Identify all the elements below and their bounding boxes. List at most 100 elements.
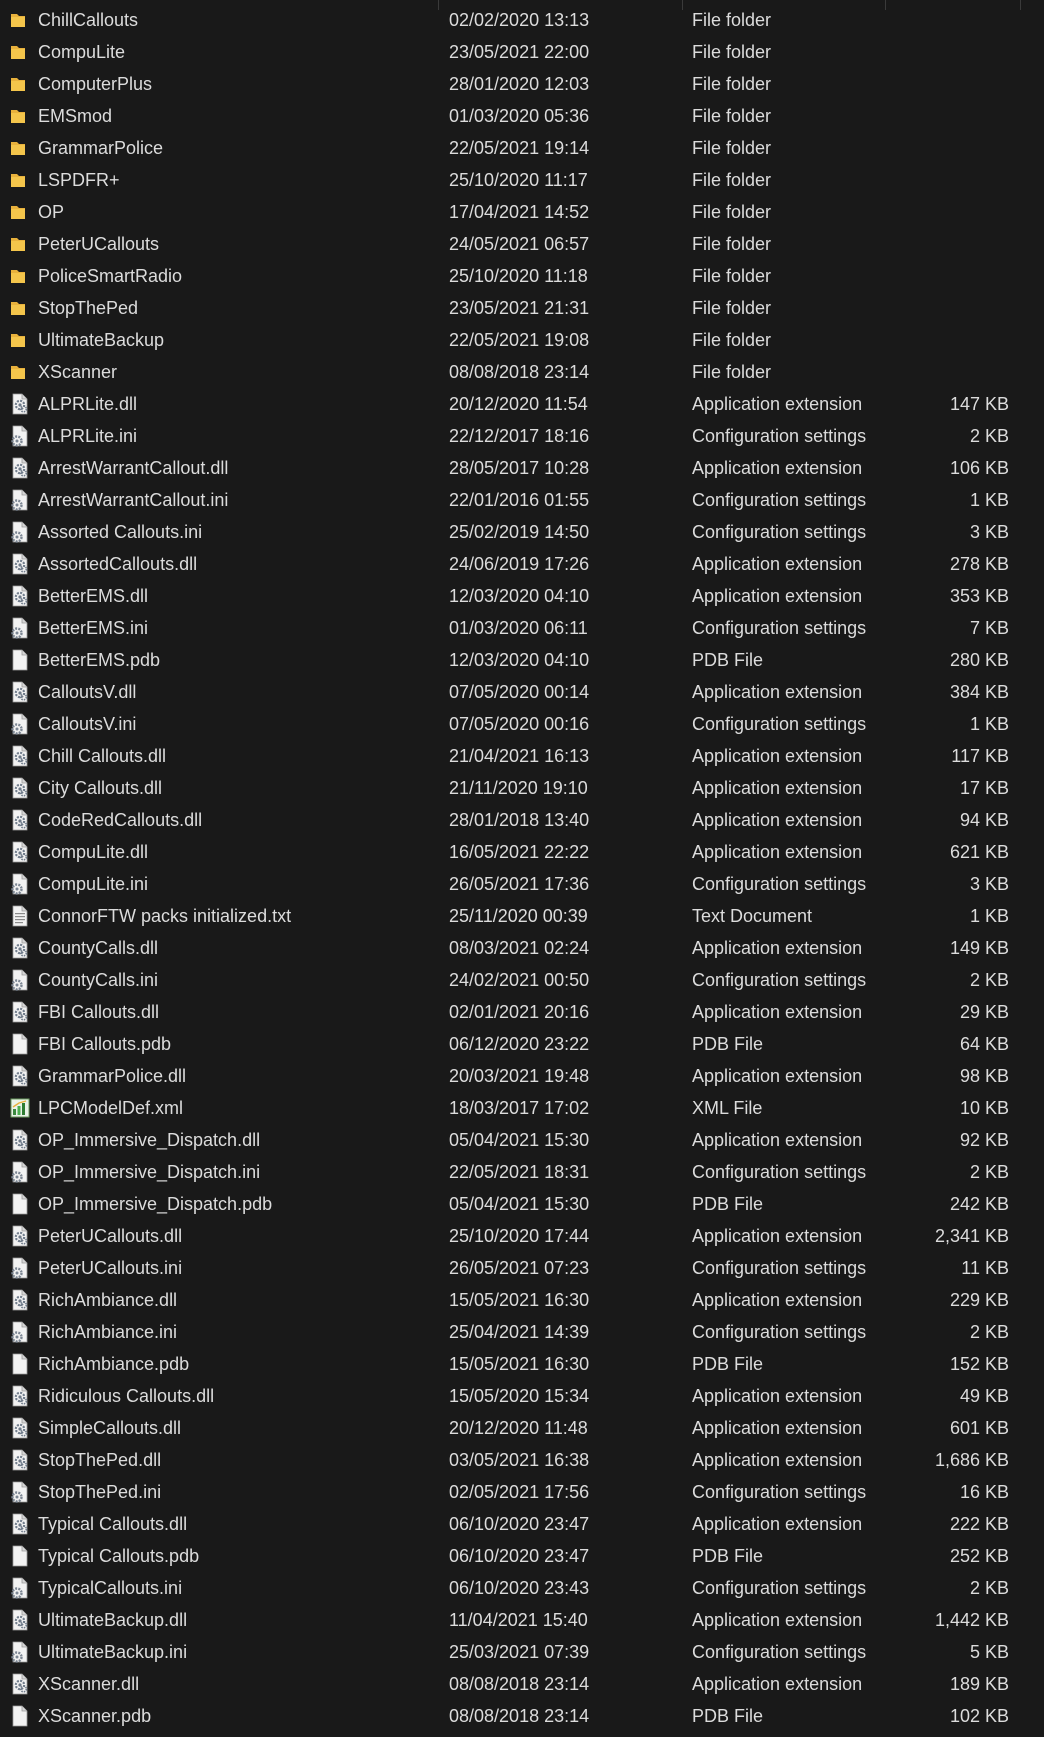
file-row[interactable]: PeterUCallouts.ini 26/05/2021 07:23 Config…: [0, 1252, 1044, 1284]
file-row[interactable]: OP_Immersive_Dispatch.dll 05/04/2021 15:3…: [0, 1124, 1044, 1156]
file-name: FBI Callouts.dll: [38, 1002, 160, 1022]
folder-row[interactable]: XScanner 08/08/2018 23:14 File folder: [0, 356, 1044, 388]
date-modified: 25/02/2019 14:50: [449, 522, 590, 542]
file-row[interactable]: CalloutsV.dll 07/05/2020 00:14 Application…: [0, 676, 1044, 708]
date-modified: 22/05/2021 18:31: [449, 1162, 590, 1182]
folder-row[interactable]: OP 17/04/2021 14:52 File folder: [0, 196, 1044, 228]
date-modified: 07/05/2020 00:16: [449, 714, 590, 734]
folder-row[interactable]: LSPDFR+ 25/10/2020 11:17 File folder: [0, 164, 1044, 196]
file-row[interactable]: City Callouts.dll 21/11/2020 19:10 Applica…: [0, 772, 1044, 804]
file-type: Text Document: [692, 906, 813, 926]
folder-row[interactable]: ChillCallouts 02/02/2020 13:13 File folder: [0, 4, 1044, 36]
file-row[interactable]: StopThePed.dll 03/05/2021 16:38 Applicatio…: [0, 1444, 1044, 1476]
file-type: File folder: [692, 266, 772, 286]
folder-row[interactable]: GrammarPolice 22/05/2021 19:14 File folder: [0, 132, 1044, 164]
folder-row[interactable]: UltimateBackup 22/05/2021 19:08 File folde…: [0, 324, 1044, 356]
file-type: Configuration settings: [692, 426, 867, 446]
file-name: RichAmbiance.pdb: [38, 1354, 190, 1374]
file-size: 147 KB: [949, 394, 1009, 414]
folder-row[interactable]: CompuLite 23/05/2021 22:00 File folder: [0, 36, 1044, 68]
file-row[interactable]: AssortedCallouts.dll 24/06/2019 17:26 Appl…: [0, 548, 1044, 580]
file-row[interactable]: ALPRLite.dll 20/12/2020 11:54 Application …: [0, 388, 1044, 420]
file-row[interactable]: StopThePed.ini 02/05/2021 17:56 Configurat…: [0, 1476, 1044, 1508]
date-modified: 28/01/2020 12:03: [449, 74, 590, 94]
file-row[interactable]: CalloutsV.ini 07/05/2020 00:16 Configurati…: [0, 708, 1044, 740]
file-name: UltimateBackup.ini: [38, 1642, 188, 1662]
folder-row[interactable]: ComputerPlus 28/01/2020 12:03 File folder: [0, 68, 1044, 100]
file-row[interactable]: BetterEMS.pdb 12/03/2020 04:10 PDB File 280…: [0, 644, 1044, 676]
file-size: 229 KB: [949, 1290, 1009, 1310]
file-row[interactable]: XScanner.dll 08/08/2018 23:14 Application …: [0, 1668, 1044, 1700]
ini-icon: [9, 969, 31, 991]
dll-icon: [9, 1385, 31, 1407]
file-row[interactable]: ArrestWarrantCallout.dll 28/05/2017 10:28…: [0, 452, 1044, 484]
pdb-icon: [9, 1353, 31, 1375]
file-row[interactable]: RichAmbiance.pdb 15/05/2021 16:30 PDB File…: [0, 1348, 1044, 1380]
xml-icon: [9, 1097, 31, 1119]
file-type: Application extension: [692, 1418, 863, 1438]
file-row[interactable]: Ridiculous Callouts.dll 15/05/2020 15:34 A…: [0, 1380, 1044, 1412]
pdb-icon: [9, 1705, 31, 1727]
file-type: File folder: [692, 74, 772, 94]
date-modified: 23/05/2021 21:31: [449, 298, 590, 318]
file-row[interactable]: FBI Callouts.pdb 06/12/2020 23:22 PDB File…: [0, 1028, 1044, 1060]
file-row[interactable]: ArrestWarrantCallout.ini 22/01/2016 01:55…: [0, 484, 1044, 516]
file-row[interactable]: CompuLite.ini 26/05/2021 17:36 Configurati…: [0, 868, 1044, 900]
file-size: 152 KB: [949, 1354, 1009, 1374]
file-row[interactable]: RichAmbiance.ini 25/04/2021 14:39 Configur…: [0, 1316, 1044, 1348]
date-modified: 25/04/2021 14:39: [449, 1322, 590, 1342]
date-modified: 02/05/2021 17:56: [449, 1482, 590, 1502]
file-row[interactable]: FBI Callouts.dll 02/01/2021 20:16 Applicat…: [0, 996, 1044, 1028]
file-row[interactable]: BetterEMS.ini 01/03/2020 06:11 Configurati…: [0, 612, 1044, 644]
file-row[interactable]: Chill Callouts.dll 21/04/2021 16:13 Applic…: [0, 740, 1044, 772]
file-row[interactable]: BetterEMS.dll 12/03/2020 04:10 Application…: [0, 580, 1044, 612]
date-modified: 21/04/2021 16:13: [449, 746, 590, 766]
file-row[interactable]: Assorted Callouts.ini 25/02/2019 14:50 Con…: [0, 516, 1044, 548]
date-modified: 25/10/2020 17:44: [449, 1226, 590, 1246]
folder-row[interactable]: PoliceSmartRadio 25/10/2020 11:18 File fol…: [0, 260, 1044, 292]
ini-icon: [9, 425, 31, 447]
file-row[interactable]: XScanner.pdb 08/08/2018 23:14 PDB File 102 …: [0, 1700, 1044, 1732]
date-modified: 08/08/2018 23:14: [449, 1706, 590, 1726]
file-name: EMSmod: [38, 106, 113, 126]
file-name: CompuLite: [38, 42, 126, 62]
file-row[interactable]: RichAmbiance.dll 15/05/2021 16:30 Applicat…: [0, 1284, 1044, 1316]
file-row[interactable]: PeterUCallouts.dll 25/10/2020 17:44 Applic…: [0, 1220, 1044, 1252]
file-row[interactable]: CountyCalls.dll 08/03/2021 02:24 Applicati…: [0, 932, 1044, 964]
dll-icon: [9, 553, 31, 575]
file-row[interactable]: GrammarPolice.dll 20/03/2021 19:48 Applica…: [0, 1060, 1044, 1092]
ini-icon: [9, 873, 31, 895]
file-row[interactable]: Typical Callouts.dll 06/10/2020 23:47 Appl…: [0, 1508, 1044, 1540]
file-name: StopThePed: [38, 298, 139, 318]
date-modified: 25/10/2020 11:17: [449, 170, 588, 190]
ini-icon: [9, 1641, 31, 1663]
file-row[interactable]: CompuLite.dll 16/05/2021 22:22 Application…: [0, 836, 1044, 868]
folder-row[interactable]: EMSmod 01/03/2020 05:36 File folder: [0, 100, 1044, 132]
file-type: File folder: [692, 298, 772, 318]
file-row[interactable]: UltimateBackup.dll 11/04/2021 15:40 Applic…: [0, 1604, 1044, 1636]
file-row[interactable]: SimpleCallouts.dll 20/12/2020 11:48 Applic…: [0, 1412, 1044, 1444]
folder-row[interactable]: StopThePed 23/05/2021 21:31 File folder: [0, 292, 1044, 324]
file-name: ArrestWarrantCallout.dll: [38, 458, 229, 478]
file-row[interactable]: ConnorFTW packs initialized.txt 25/11/202…: [0, 900, 1044, 932]
date-modified: 26/05/2021 07:23: [449, 1258, 590, 1278]
file-row[interactable]: ALPRLite.ini 22/12/2017 18:16 Configuratio…: [0, 420, 1044, 452]
file-type: File folder: [692, 138, 772, 158]
file-row[interactable]: CodeRedCallouts.dll 28/01/2018 13:40 Appli…: [0, 804, 1044, 836]
dll-icon: [9, 1513, 31, 1535]
date-modified: 22/01/2016 01:55: [449, 490, 590, 510]
file-row[interactable]: UltimateBackup.ini 25/03/2021 07:39 Config…: [0, 1636, 1044, 1668]
dll-icon: [9, 745, 31, 767]
file-row[interactable]: Typical Callouts.pdb 06/10/2020 23:47 PDB …: [0, 1540, 1044, 1572]
file-row[interactable]: CountyCalls.ini 24/02/2021 00:50 Configura…: [0, 964, 1044, 996]
file-name: AssortedCallouts.dll: [38, 554, 198, 574]
file-row[interactable]: OP_Immersive_Dispatch.pdb 05/04/2021 15:3…: [0, 1188, 1044, 1220]
folder-row[interactable]: PeterUCallouts 24/05/2021 06:57 File folde…: [0, 228, 1044, 260]
file-size: 29 KB: [959, 1002, 1009, 1022]
file-row[interactable]: OP_Immersive_Dispatch.ini 22/05/2021 18:3…: [0, 1156, 1044, 1188]
file-row[interactable]: TypicalCallouts.ini 06/10/2020 23:43 Confi…: [0, 1572, 1044, 1604]
file-type: File folder: [692, 170, 772, 190]
date-modified: 22/12/2017 18:16: [449, 426, 590, 446]
file-row[interactable]: LPCModelDef.xml 18/03/2017 17:02 XML File 1…: [0, 1092, 1044, 1124]
folder-icon: [9, 297, 31, 319]
